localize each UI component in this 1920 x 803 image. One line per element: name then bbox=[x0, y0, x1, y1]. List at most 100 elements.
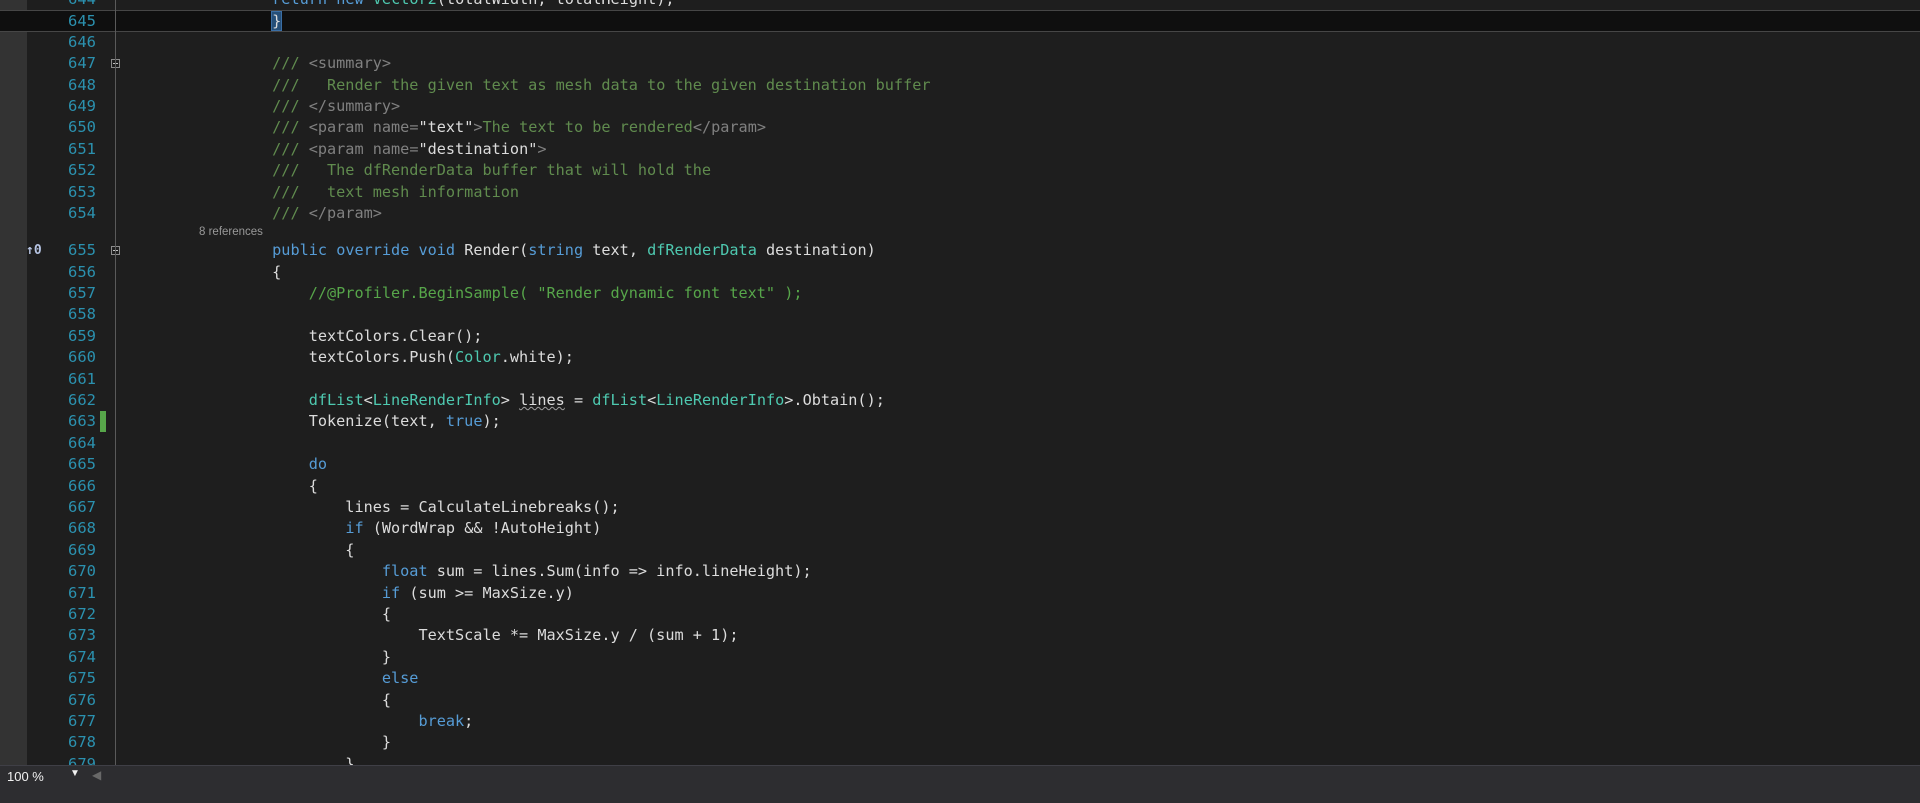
override-glyph-icon[interactable]: ↑0 bbox=[26, 240, 42, 261]
code-line[interactable]: 670 float sum = lines.Sum(info => info.l… bbox=[0, 561, 1920, 582]
codelens-references-link[interactable]: 8 references bbox=[199, 224, 263, 241]
code-text[interactable]: { bbox=[199, 690, 391, 711]
code-text[interactable]: /// The dfRenderData buffer that will ho… bbox=[199, 160, 711, 181]
code-text[interactable]: textColors.Push(Color.white); bbox=[199, 347, 574, 368]
code-token: (sum >= MaxSize.y) bbox=[400, 583, 574, 602]
scroll-left-icon[interactable]: ◀ bbox=[92, 768, 101, 782]
code-text[interactable]: /// Render the given text as mesh data t… bbox=[199, 75, 931, 96]
code-token: lines bbox=[519, 391, 565, 410]
code-text[interactable]: else bbox=[199, 668, 419, 689]
code-line[interactable]: 675 else bbox=[0, 668, 1920, 689]
code-text[interactable]: dfList<LineRenderInfo> lines = dfList<Li… bbox=[199, 390, 885, 411]
code-text[interactable]: do bbox=[199, 454, 327, 475]
code-line[interactable]: 653 /// text mesh information bbox=[0, 182, 1920, 203]
code-line[interactable]: 659 textColors.Clear(); bbox=[0, 326, 1920, 347]
code-line[interactable]: 666 { bbox=[0, 476, 1920, 497]
code-line[interactable]: 661 bbox=[0, 369, 1920, 390]
code-line[interactable]: 664 bbox=[0, 433, 1920, 454]
code-line[interactable]: 644 return new Vector2(totalWidth, total… bbox=[0, 0, 1920, 10]
line-number: 664 bbox=[68, 433, 96, 452]
code-token: //@Profiler.BeginSample( "Render dynamic… bbox=[308, 284, 803, 303]
code-token: dfList bbox=[592, 391, 648, 410]
code-text[interactable]: if (sum >= MaxSize.y) bbox=[199, 583, 574, 604]
code-text[interactable]: } bbox=[199, 754, 354, 765]
code-line[interactable]: 673 TextScale *= MaxSize.y / (sum + 1); bbox=[0, 625, 1920, 646]
code-token: <summary> bbox=[308, 54, 392, 73]
code-token: /// Render the given text as mesh data t… bbox=[272, 75, 931, 94]
line-number: 667 bbox=[68, 497, 96, 516]
code-line[interactable]: 671 if (sum >= MaxSize.y) bbox=[0, 583, 1920, 604]
code-text[interactable]: break; bbox=[199, 711, 473, 732]
line-number: 647 bbox=[68, 54, 96, 73]
code-line[interactable]: 667 lines = CalculateLinebreaks(); bbox=[0, 497, 1920, 518]
code-line[interactable]: 679 } bbox=[0, 754, 1920, 765]
line-number: 654 bbox=[68, 203, 96, 222]
code-line[interactable]: 655 ↑0 public override void Render(string… bbox=[0, 240, 1920, 261]
code-line[interactable]: 665 do bbox=[0, 454, 1920, 475]
code-text[interactable]: { bbox=[199, 540, 354, 561]
code-text[interactable]: //@Profiler.BeginSample( "Render dynamic… bbox=[199, 283, 803, 304]
zoom-dropdown-icon[interactable]: ▼ bbox=[70, 768, 80, 779]
code-text[interactable]: /// text mesh information bbox=[199, 182, 519, 203]
code-line[interactable]: 650 /// <param name="text">The text to b… bbox=[0, 117, 1920, 138]
code-line[interactable]: 662 dfList<LineRenderInfo> lines = dfLis… bbox=[0, 390, 1920, 411]
code-token: return bbox=[272, 0, 327, 8]
code-line[interactable]: 677 break; bbox=[0, 711, 1920, 732]
code-line[interactable]: 645 } bbox=[0, 10, 1920, 32]
code-text[interactable]: /// <summary> bbox=[199, 53, 391, 74]
code-text[interactable]: TextScale *= MaxSize.y / (sum + 1); bbox=[199, 625, 738, 646]
code-line[interactable]: 649 /// </summary> bbox=[0, 96, 1920, 117]
code-text[interactable]: textColors.Clear(); bbox=[199, 326, 483, 347]
code-line[interactable]: 652 /// The dfRenderData buffer that wil… bbox=[0, 160, 1920, 181]
code-line[interactable]: 658 bbox=[0, 304, 1920, 325]
code-line[interactable]: 654 /// </param> bbox=[0, 203, 1920, 224]
code-text[interactable]: /// <param name="destination"> bbox=[199, 139, 546, 160]
code-text[interactable]: /// </param> bbox=[199, 203, 382, 224]
code-text[interactable]: lines = CalculateLinebreaks(); bbox=[199, 497, 619, 518]
code-line[interactable]: 646 bbox=[0, 32, 1920, 53]
code-token: >.Obtain(); bbox=[784, 391, 885, 410]
code-line[interactable]: 660 textColors.Push(Color.white); bbox=[0, 347, 1920, 368]
code-line[interactable]: 656 { bbox=[0, 262, 1920, 283]
code-line[interactable]: 674 } bbox=[0, 647, 1920, 668]
line-number: 673 bbox=[68, 626, 96, 645]
code-text[interactable]: if (WordWrap && !AutoHeight) bbox=[199, 518, 601, 539]
code-token: < bbox=[647, 391, 657, 410]
code-text[interactable]: } bbox=[199, 732, 391, 753]
code-text[interactable]: public override void Render(string text,… bbox=[199, 240, 876, 261]
code-line[interactable]: 668 if (WordWrap && !AutoHeight) bbox=[0, 518, 1920, 539]
zoom-level[interactable]: 100 % bbox=[7, 769, 44, 784]
code-line[interactable]: 648 /// Render the given text as mesh da… bbox=[0, 75, 1920, 96]
code-editor[interactable]: 644 return new Vector2(totalWidth, total… bbox=[0, 0, 1920, 765]
code-line[interactable]: 669 { bbox=[0, 540, 1920, 561]
code-text[interactable]: } bbox=[199, 11, 283, 32]
code-line[interactable]: 647 /// <summary> bbox=[0, 53, 1920, 74]
code-text[interactable]: /// </summary> bbox=[199, 96, 400, 117]
code-line[interactable]: 651 /// <param name="destination"> bbox=[0, 139, 1920, 160]
code-token: textColors.Clear(); bbox=[199, 326, 483, 345]
code-token: else bbox=[381, 669, 419, 688]
code-line[interactable]: 672 { bbox=[0, 604, 1920, 625]
code-token: </param> bbox=[308, 203, 382, 222]
code-line[interactable]: 676 { bbox=[0, 690, 1920, 711]
code-text[interactable]: return new Vector2(totalWidth, totalHeig… bbox=[199, 0, 674, 10]
changed-line-marker bbox=[100, 411, 106, 433]
line-number: 651 bbox=[68, 139, 96, 158]
code-line[interactable]: 678 } bbox=[0, 732, 1920, 753]
code-text[interactable]: { bbox=[199, 604, 391, 625]
line-number: 659 bbox=[68, 326, 96, 345]
code-token: { bbox=[199, 476, 318, 495]
code-text[interactable]: /// <param name="text">The text to be re… bbox=[199, 117, 766, 138]
code-lines[interactable]: 644 return new Vector2(totalWidth, total… bbox=[0, 0, 1920, 765]
code-line[interactable]: 657 //@Profiler.BeginSample( "Render dyn… bbox=[0, 283, 1920, 304]
code-text[interactable]: } bbox=[199, 647, 391, 668]
code-text[interactable]: Tokenize(text, true); bbox=[199, 411, 501, 432]
code-text[interactable]: float sum = lines.Sum(info => info.lineH… bbox=[199, 561, 812, 582]
code-text[interactable]: { bbox=[199, 262, 281, 283]
code-token: ); bbox=[482, 412, 501, 431]
code-token: Tokenize(text, bbox=[199, 412, 446, 431]
code-text[interactable]: { bbox=[199, 476, 318, 497]
code-line[interactable]: 663 Tokenize(text, true); bbox=[0, 411, 1920, 433]
